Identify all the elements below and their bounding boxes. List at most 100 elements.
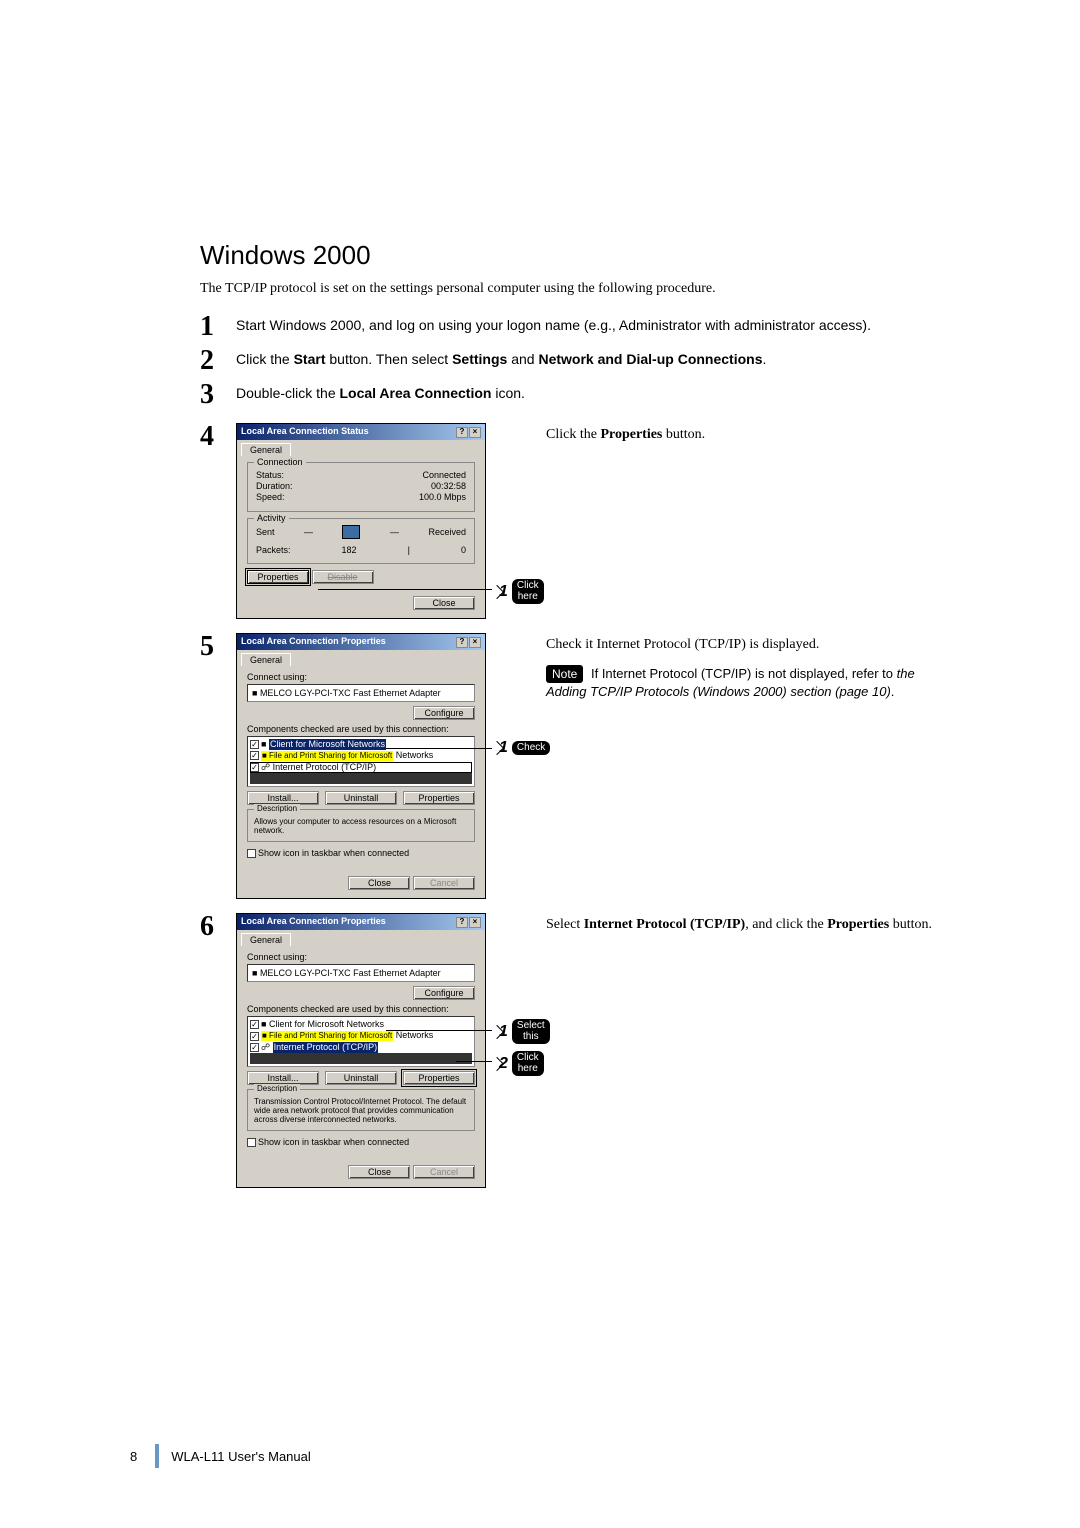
- properties-button[interactable]: Properties: [403, 791, 475, 805]
- s6a: Select: [546, 917, 584, 932]
- footer-title: WLA-L11 User's Manual: [171, 1449, 311, 1464]
- page-number: 8: [130, 1449, 137, 1464]
- s5-note-text: If Internet Protocol (TCP/IP) is not dis…: [591, 666, 897, 681]
- window-controls: ?×: [455, 916, 481, 928]
- duration-value: 00:32:58: [431, 481, 466, 491]
- install-button[interactable]: Install...: [247, 1071, 319, 1085]
- uninstall-button[interactable]: Uninstall: [325, 1071, 397, 1085]
- show-icon-checkbox[interactable]: [247, 1138, 256, 1147]
- s6b: Internet Protocol (TCP/IP): [584, 917, 745, 932]
- cancel-button[interactable]: Cancel: [413, 1165, 475, 1179]
- t2b3: Network and Dial-up Connections: [538, 351, 762, 367]
- dialog-properties-6: Local Area Connection Properties ?× Gene…: [236, 913, 486, 1188]
- step-1: 1 Start Windows 2000, and log on using y…: [200, 313, 950, 341]
- close-icon[interactable]: ×: [469, 917, 481, 928]
- heading-windows-2000: Windows 2000: [200, 240, 950, 271]
- components-label: Components checked are used by this conn…: [247, 724, 475, 734]
- group-activity: Activity: [254, 513, 289, 523]
- window-controls: ?×: [455, 636, 481, 648]
- step-5-side-text: Check it Internet Protocol (TCP/IP) is d…: [546, 633, 950, 702]
- dialog-props6-titlebar: Local Area Connection Properties ?×: [237, 914, 485, 930]
- step-5: 5 Local Area Connection Properties ?× Ge…: [200, 633, 950, 899]
- components-list[interactable]: ✓■ Client for Microsoft Networks ✓■ File…: [247, 1016, 475, 1067]
- item-client-networks[interactable]: Client for Microsoft Networks: [269, 739, 386, 750]
- close-button[interactable]: Close: [348, 876, 410, 890]
- speed-label: Speed:: [256, 492, 285, 502]
- help-icon[interactable]: ?: [456, 637, 468, 648]
- packets-recv: 0: [461, 545, 466, 555]
- description-text: Transmission Control Protocol/Internet P…: [254, 1097, 468, 1124]
- callout-select-this: 1 Select this: [492, 1019, 550, 1044]
- tab-general[interactable]: General: [241, 653, 291, 666]
- status-value: Connected: [422, 470, 466, 480]
- item-client-networks[interactable]: Client for Microsoft Networks: [269, 1019, 384, 1029]
- step-num-4: 4: [200, 423, 236, 451]
- callout-click-here-1: 1 Click here: [492, 579, 544, 604]
- t3c: icon.: [491, 385, 524, 401]
- step-num-1: 1: [200, 313, 236, 341]
- properties-button[interactable]: Properties: [247, 570, 309, 584]
- item-nwlink[interactable]: NWLink Protocol: [258, 773, 325, 783]
- step-4-side-text: Click the Properties button.: [546, 423, 950, 445]
- configure-button[interactable]: Configure: [413, 706, 475, 720]
- item-tcpip[interactable]: Internet Protocol (TCP/IP): [273, 1042, 379, 1053]
- t3a: Double-click the: [236, 385, 340, 401]
- tab-general[interactable]: General: [241, 443, 291, 456]
- intro-text: The TCP/IP protocol is set on the settin…: [200, 281, 950, 297]
- dialog-status-titlebar: Local Area Connection Status ?×: [237, 424, 485, 440]
- window-controls: ?×: [455, 426, 481, 438]
- t2b1: Start: [294, 351, 326, 367]
- s4a: Click the: [546, 427, 600, 442]
- dialog-props6-title: Local Area Connection Properties: [241, 916, 386, 928]
- close-icon[interactable]: ×: [469, 637, 481, 648]
- components-label: Components checked are used by this conn…: [247, 1004, 475, 1014]
- s5-check-text: Check it Internet Protocol (TCP/IP) is d…: [546, 635, 950, 655]
- install-button[interactable]: Install...: [247, 791, 319, 805]
- description-text: Allows your computer to access resources…: [254, 817, 468, 835]
- help-icon[interactable]: ?: [456, 427, 468, 438]
- configure-button[interactable]: Configure: [413, 986, 475, 1000]
- step-num-6: 6: [200, 913, 236, 941]
- step-num-3: 3: [200, 381, 236, 409]
- properties-button[interactable]: Properties: [403, 1071, 475, 1085]
- step-6: 6 Local Area Connection Properties ?× Ge…: [200, 913, 950, 1188]
- s5-note-end: .: [891, 684, 895, 699]
- close-button[interactable]: Close: [413, 596, 475, 610]
- step-text-1: Start Windows 2000, and log on using you…: [236, 313, 950, 335]
- description-label: Description: [254, 1084, 300, 1093]
- show-icon-checkbox[interactable]: [247, 849, 256, 858]
- item-tcpip[interactable]: Internet Protocol (TCP/IP): [273, 762, 377, 772]
- step-6-side-text: Select Internet Protocol (TCP/IP), and c…: [546, 913, 950, 935]
- close-icon[interactable]: ×: [469, 427, 481, 438]
- s4c: button.: [662, 427, 705, 442]
- step-num-2: 2: [200, 347, 236, 375]
- adapter-field: ■ MELCO LGY-PCI-TXC Fast Ethernet Adapte…: [247, 684, 475, 702]
- callout-bubble-select: Select this: [512, 1019, 550, 1044]
- t2c: button. Then select: [325, 351, 452, 367]
- note-badge: Note: [546, 665, 583, 684]
- help-icon[interactable]: ?: [456, 917, 468, 928]
- callout-check: 1 Check: [492, 739, 550, 757]
- close-button[interactable]: Close: [348, 1165, 410, 1179]
- step-num-5: 5: [200, 633, 236, 661]
- packets-label: Packets:: [256, 545, 291, 555]
- s6c: , and click the: [745, 917, 827, 932]
- step-text-2: Click the Start button. Then select Sett…: [236, 347, 950, 369]
- callout-bubble-click-here-2: Click here: [512, 1051, 544, 1076]
- disable-button[interactable]: Disable: [312, 570, 374, 584]
- components-list[interactable]: ✓■ Client for Microsoft Networks ✓■ File…: [247, 736, 475, 787]
- uninstall-button[interactable]: Uninstall: [325, 791, 397, 805]
- status-label: Status:: [256, 470, 284, 480]
- tab-general[interactable]: General: [241, 933, 291, 946]
- packets-sent: 182: [342, 545, 357, 555]
- cancel-button[interactable]: Cancel: [413, 876, 475, 890]
- step-3: 3 Double-click the Local Area Connection…: [200, 381, 950, 409]
- item-nwlink[interactable]: NWLink Protocol: [258, 1053, 325, 1063]
- t2d: and: [507, 351, 538, 367]
- step-text-3: Double-click the Local Area Connection i…: [236, 381, 950, 403]
- t2b2: Settings: [452, 351, 507, 367]
- t2a: Click the: [236, 351, 294, 367]
- computers-icon: [342, 525, 360, 539]
- connect-using-label: Connect using:: [247, 952, 475, 962]
- step-4: 4 Local Area Connection Status ?× Genera…: [200, 423, 950, 619]
